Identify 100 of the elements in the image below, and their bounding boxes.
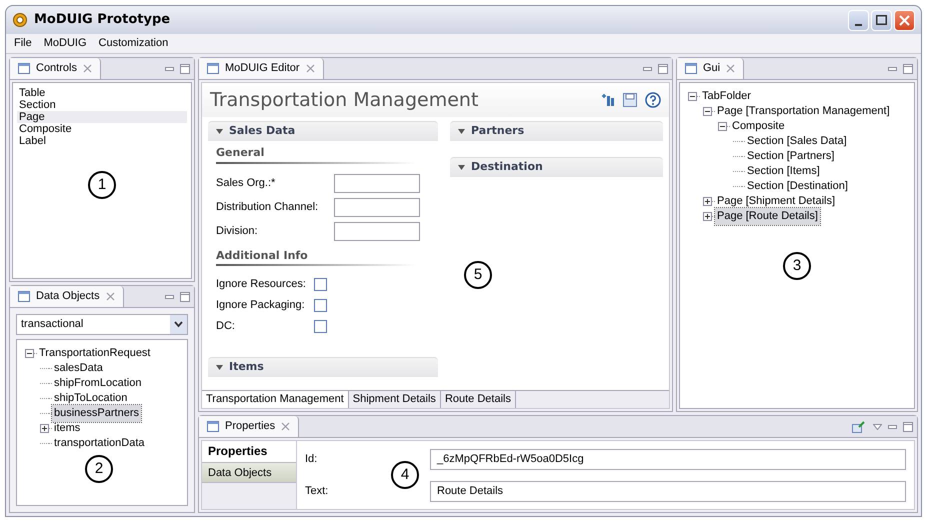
menu-item[interactable]: Customization (98, 35, 168, 52)
menu-item[interactable]: MoDUIG (44, 35, 87, 52)
view-icon (18, 291, 30, 302)
maximize-icon[interactable] (180, 292, 190, 302)
add-icon[interactable] (601, 93, 615, 107)
input-field[interactable]: Route Details (430, 480, 906, 502)
view-tab[interactable]: MoDUIG Editor (199, 58, 324, 79)
close-button[interactable] (894, 10, 915, 30)
tree-item[interactable]: Page [Shipment Details] (715, 193, 838, 210)
collapse-icon[interactable] (703, 107, 712, 116)
list-item[interactable]: Table (17, 87, 187, 99)
tree-item[interactable]: items (52, 420, 82, 437)
view-icon (207, 63, 219, 74)
collapse-icon[interactable] (718, 122, 727, 131)
minimize-icon[interactable] (643, 66, 652, 70)
expand-icon[interactable] (703, 212, 712, 221)
maximize-icon[interactable] (903, 422, 913, 432)
tree-item[interactable]: Page [Route Details] (715, 208, 820, 225)
callout-number: 4 (391, 461, 419, 489)
section-header[interactable]: Items (208, 357, 438, 377)
expand-icon[interactable] (40, 424, 49, 433)
tree-item[interactable]: TransportationRequest (37, 345, 152, 362)
callout-number: 1 (88, 171, 116, 199)
collapse-icon[interactable] (688, 92, 697, 101)
view-icon (18, 63, 30, 74)
maximize-button[interactable] (871, 10, 892, 30)
minimize-icon[interactable] (888, 66, 897, 70)
maximize-icon[interactable] (658, 64, 668, 74)
tree-item[interactable]: Section [Items] (745, 163, 822, 180)
minimize-icon[interactable] (165, 66, 174, 70)
tree-item[interactable]: businessPartners (52, 405, 141, 422)
maximize-icon[interactable] (903, 64, 913, 74)
close-icon (899, 14, 910, 26)
checkbox-label: Ignore Resources: (216, 277, 307, 292)
save-icon[interactable] (623, 93, 637, 107)
maximize-icon (876, 15, 887, 25)
view-menu-icon[interactable] (873, 424, 882, 430)
tree-item[interactable]: shipToLocation (52, 390, 130, 407)
minimize-button[interactable] (848, 10, 869, 30)
list-item[interactable]: Composite (17, 123, 187, 135)
callout-number: 5 (464, 261, 492, 289)
tree-item[interactable]: Section [Destination] (745, 178, 850, 195)
minimize-icon[interactable] (888, 424, 897, 428)
collapse-icon[interactable] (25, 349, 34, 358)
checkbox[interactable] (314, 278, 327, 291)
input-field[interactable]: _6zMpQFRbEd-rW5oa0D5Icg (430, 448, 906, 470)
window-title: MoDUIG Prototype (34, 11, 170, 30)
close-icon[interactable] (306, 64, 315, 73)
minimize-icon[interactable] (165, 294, 174, 298)
list-item[interactable]: Label (17, 135, 187, 147)
input-field[interactable] (334, 174, 420, 193)
view-icon (207, 421, 219, 432)
maximize-icon[interactable] (180, 64, 190, 74)
input-field[interactable] (334, 198, 420, 217)
group-title: Additional Info (216, 248, 309, 264)
group-title: General (216, 145, 266, 161)
side-tab[interactable]: Data Objects (202, 462, 296, 483)
tree-item[interactable]: Page [Transportation Management] (715, 103, 892, 120)
tree-item[interactable]: Composite (730, 118, 787, 135)
dropdown[interactable]: transactional (16, 314, 188, 335)
field-label: Sales Org.:* (216, 176, 276, 192)
list-item[interactable]: Page (17, 111, 187, 123)
expand-icon[interactable] (703, 197, 712, 206)
checkbox-label: Ignore Packaging: (216, 298, 306, 314)
page-tab[interactable]: Transportation Management (202, 391, 349, 408)
view-icon (685, 63, 697, 74)
gear-icon (12, 12, 28, 28)
callout-number: 3 (783, 252, 811, 280)
view-tab[interactable]: Properties (199, 416, 300, 437)
field-label: Id: (305, 452, 318, 467)
section-header[interactable]: Sales Data (208, 121, 438, 141)
close-icon[interactable] (106, 292, 115, 301)
close-icon[interactable] (82, 64, 92, 73)
field-label: Text: (305, 484, 330, 499)
tree-item[interactable]: TabFolder (700, 88, 753, 105)
field-label: Distribution Channel: (216, 200, 320, 216)
view-tab[interactable]: Gui (677, 58, 744, 79)
section-header[interactable]: Partners (450, 121, 663, 141)
minimize-icon (855, 24, 862, 26)
tree-item[interactable]: Section [Sales Data] (745, 133, 849, 150)
input-field[interactable] (334, 222, 420, 241)
field-label: Division: (216, 224, 259, 240)
tree-item[interactable]: salesData (52, 360, 105, 377)
view-tab[interactable]: Data Objects (10, 286, 124, 307)
checkbox-label: DC: (216, 319, 236, 334)
list-item[interactable]: Section (17, 99, 187, 111)
editor-title: Transportation Management (210, 88, 480, 113)
tree-item[interactable]: shipFromLocation (52, 375, 144, 392)
close-icon[interactable] (726, 64, 736, 73)
view-tab[interactable]: Controls (10, 58, 101, 79)
checkbox[interactable] (314, 320, 327, 333)
tree-item[interactable]: Section [Partners] (745, 148, 836, 165)
section-header[interactable]: Destination (450, 157, 663, 177)
side-tab[interactable]: Properties (202, 441, 296, 462)
tree-item[interactable]: transportationData (52, 435, 146, 452)
close-icon[interactable] (281, 422, 290, 431)
menu-item[interactable]: File (14, 35, 32, 52)
callout-number: 2 (85, 455, 113, 483)
checkbox[interactable] (314, 299, 327, 312)
help-icon[interactable] (645, 92, 661, 108)
